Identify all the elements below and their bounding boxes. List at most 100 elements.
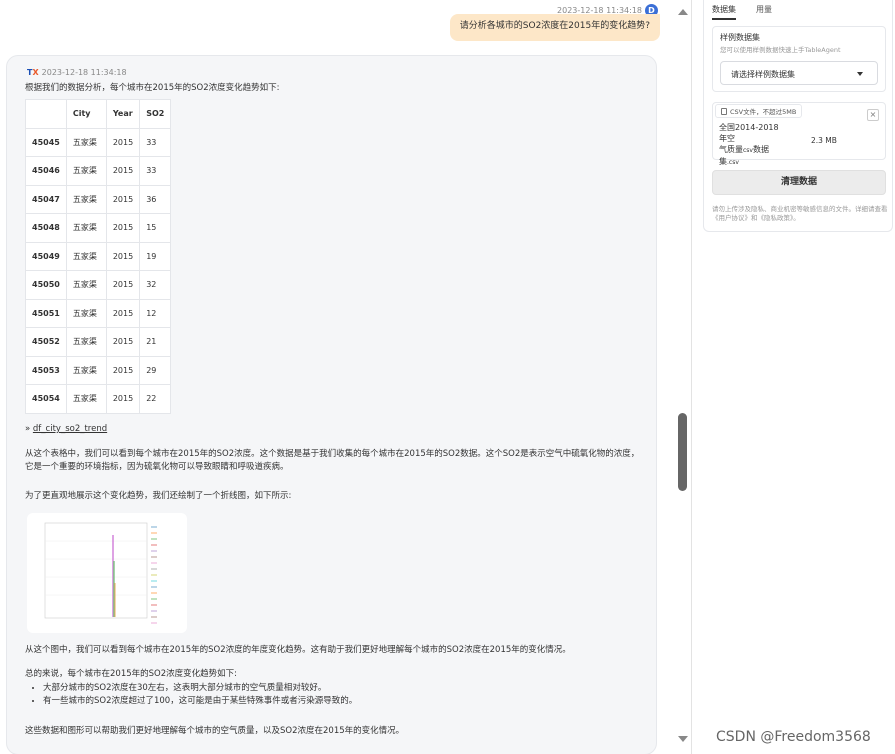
table-header-year: Year <box>105 99 141 129</box>
year-cell: 2015 <box>105 384 141 414</box>
row-index: 45046 <box>25 156 67 186</box>
file-name-line3: 数据 <box>752 145 769 154</box>
sample-dataset-subtitle: 您可以使用样例数据快速上手TableAgent <box>720 46 841 54</box>
link-text[interactable]: df_city_so2_trend <box>33 424 107 434</box>
summary-heading: 总的来说，每个城市在2015年的SO2浓度变化趋势如下: <box>25 669 237 679</box>
summary-list: 大部分城市的SO2浓度在30左右，这表明大部分城市的空气质量相对较好。 有一些城… <box>35 682 357 708</box>
year-cell: 2015 <box>105 327 141 357</box>
year-cell: 2015 <box>105 355 141 385</box>
file-name-line4: 集 <box>719 157 727 166</box>
list-item: 有一些城市的SO2浓度超过了100，这可能是由于某些特殊事件或者污染源导致的。 <box>43 695 357 708</box>
scroll-down-arrow-icon[interactable] <box>678 736 688 742</box>
city-cell: 五家渠 <box>65 384 107 414</box>
so2-cell: 33 <box>139 127 172 157</box>
row-index: 45048 <box>25 213 67 243</box>
assistant-timestamp: 2023-12-18 11:34:18 <box>41 68 127 77</box>
city-cell: 五家渠 <box>65 184 107 214</box>
row-index: 45052 <box>25 327 67 357</box>
table-row: 45047 五家渠 2015 36 <box>25 184 172 214</box>
table-row: 45048 五家渠 2015 15 <box>25 213 172 243</box>
table-row: 45046 五家渠 2015 33 <box>25 156 172 186</box>
so2-cell: 19 <box>139 241 172 271</box>
watermark: CSDN @Freedom3568 <box>716 729 871 745</box>
year-cell: 2015 <box>105 241 141 271</box>
table-row: 45050 五家渠 2015 32 <box>25 270 172 300</box>
assistant-intro-text: 根据我们的数据分析，每个城市在2015年的SO2浓度变化趋势如下: <box>25 83 280 93</box>
table-header-so2: SO2 <box>139 99 172 129</box>
table-row: 45045 五家渠 2015 33 <box>25 127 172 157</box>
chevron-down-icon <box>857 72 863 76</box>
link-prefix: » <box>25 424 31 434</box>
so2-cell: 33 <box>139 156 172 186</box>
line-chart-thumbnail[interactable] <box>27 513 187 633</box>
so2-cell: 12 <box>139 298 172 328</box>
file-name: 全国2014-2018年空气质量csv数据集.csv <box>719 122 785 168</box>
year-cell: 2015 <box>105 213 141 243</box>
so2-data-table: City Year SO2 45045 五家渠 2015 33 45046 五家渠 2015… <box>25 99 172 414</box>
file-name-line2: 气质量 <box>719 145 743 154</box>
document-icon <box>721 107 727 115</box>
table-row: 45052 五家渠 2015 21 <box>25 327 172 357</box>
analysis-conclusion: 这些数据和图形可以帮助我们更好地理解每个城市的空气质量，以及SO2浓度在2015… <box>25 726 405 736</box>
privacy-notice: 请勿上传涉及隐私、商业机密等敏感信息的文件。详细请查看《用户协议》和《隐私政策》… <box>712 205 888 222</box>
line-chart-image <box>44 522 157 624</box>
row-index: 45045 <box>25 127 67 157</box>
city-cell: 五家渠 <box>65 213 107 243</box>
file-type-tag: CSV文件，不超过5MB <box>715 104 803 118</box>
table-header-index <box>25 99 67 129</box>
so2-cell: 29 <box>139 355 172 385</box>
clear-data-button[interactable]: 清理数据 <box>712 170 886 195</box>
sample-dataset-select[interactable]: 请选择样例数据集 <box>720 61 878 85</box>
list-item: 大部分城市的SO2浓度在30左右，这表明大部分城市的空气质量相对较好。 <box>43 682 357 695</box>
table-header-city: City <box>65 99 107 129</box>
row-index: 45054 <box>25 384 67 414</box>
row-index: 45047 <box>25 184 67 214</box>
panel-tabs: 数据集 用量 <box>712 4 772 20</box>
so2-cell: 36 <box>139 184 172 214</box>
remove-file-button[interactable]: × <box>867 109 879 121</box>
year-cell: 2015 <box>105 270 141 300</box>
table-row: 45051 五家渠 2015 12 <box>25 298 172 328</box>
city-cell: 五家渠 <box>65 127 107 157</box>
row-index: 45050 <box>25 270 67 300</box>
row-index: 45049 <box>25 241 67 271</box>
year-cell: 2015 <box>105 298 141 328</box>
city-cell: 五家渠 <box>65 241 107 271</box>
file-name-line1: 全国2014-2018年空 <box>719 123 779 143</box>
table-row: 45053 五家渠 2015 29 <box>25 355 172 385</box>
app-root: 2023-12-18 11:34:18 D 请分析各城市的SO2浓度在2015年… <box>0 0 895 754</box>
file-size: 2.3 MB <box>811 136 837 145</box>
tab-usage[interactable]: 用量 <box>756 4 772 20</box>
dataframe-link[interactable]: » df_city_so2_trend <box>25 424 107 434</box>
analysis-paragraph-1: 从这个表格中，我们可以看到每个城市在2015年的SO2浓度。这个数据是基于我们收… <box>25 449 640 472</box>
dataset-panel: 数据集 用量 样例数据集 您可以使用样例数据快速上手TableAgent 请选择… <box>703 0 893 232</box>
scrollbar-thumb[interactable] <box>678 413 687 491</box>
analysis-paragraph-3: 从这个图中，我们可以看到每个城市在2015年的SO2浓度的年度变化趋势。这有助于… <box>25 645 571 655</box>
so2-cell: 21 <box>139 327 172 357</box>
so2-cell: 22 <box>139 384 172 414</box>
year-cell: 2015 <box>105 184 141 214</box>
table-header-row: City Year SO2 <box>25 99 172 129</box>
so2-cell: 15 <box>139 213 172 243</box>
uploaded-file-card: CSV文件，不超过5MB × 全国2014-2018年空气质量csv数据集.cs… <box>712 102 886 166</box>
row-index: 45053 <box>25 355 67 385</box>
sample-dataset-title: 样例数据集 <box>720 33 760 42</box>
file-tag-label: CSV文件，不超过5MB <box>730 108 797 116</box>
table-row: 45049 五家渠 2015 19 <box>25 241 172 271</box>
row-index: 45051 <box>25 298 67 328</box>
city-cell: 五家渠 <box>65 327 107 357</box>
city-cell: 五家渠 <box>65 156 107 186</box>
year-cell: 2015 <box>105 127 141 157</box>
scroll-up-arrow-icon[interactable] <box>678 9 688 15</box>
so2-cell: 32 <box>139 270 172 300</box>
chat-area: 2023-12-18 11:34:18 D 请分析各城市的SO2浓度在2015年… <box>0 0 668 754</box>
tab-dataset[interactable]: 数据集 <box>712 4 736 20</box>
file-name-ext: .csv <box>727 159 739 166</box>
table-row: 45054 五家渠 2015 22 <box>25 384 172 414</box>
analysis-paragraph-2: 为了更直观地展示这个变化趋势，我们还绘制了一个折线图，如下所示: <box>25 491 292 501</box>
file-name-small: csv <box>743 147 753 154</box>
select-placeholder: 请选择样例数据集 <box>731 70 795 79</box>
chat-scrollbar[interactable] <box>672 0 692 754</box>
sample-dataset-section: 样例数据集 您可以使用样例数据快速上手TableAgent 请选择样例数据集 <box>712 26 886 92</box>
tableagent-logo-icon: TX <box>27 68 39 77</box>
